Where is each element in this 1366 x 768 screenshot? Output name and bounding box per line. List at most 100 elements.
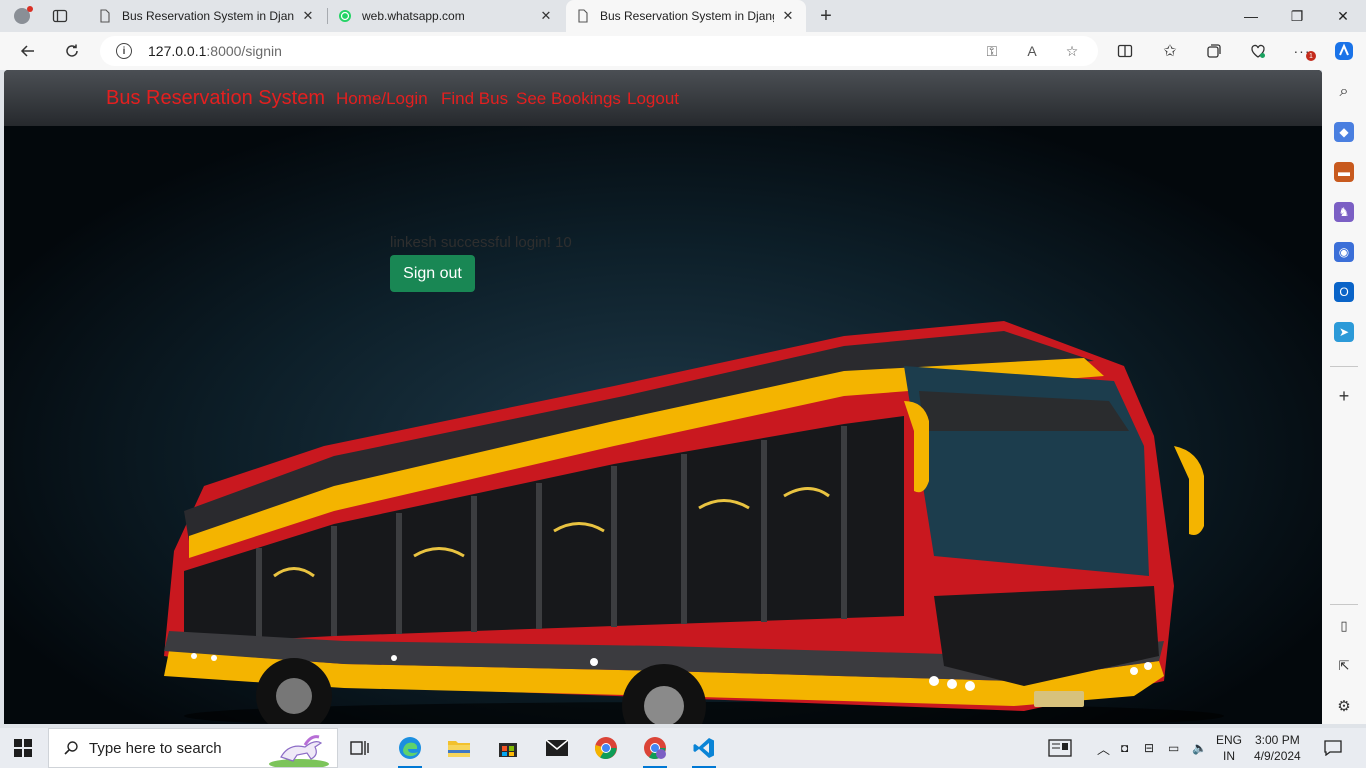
notifications-button[interactable] bbox=[1324, 728, 1342, 768]
language-code: ENG bbox=[1216, 733, 1243, 747]
taskbar-search-box[interactable]: Type here to search bbox=[48, 728, 338, 768]
shopping-tag-icon[interactable]: ◆ bbox=[1334, 122, 1354, 142]
close-window-button[interactable]: ✕ bbox=[1320, 0, 1366, 32]
login-message: linkesh successful login! 10 bbox=[390, 234, 572, 251]
games-chess-icon[interactable]: ♞ bbox=[1334, 202, 1354, 222]
taskbar-store[interactable] bbox=[488, 732, 528, 764]
browser-essentials-button[interactable] bbox=[1244, 37, 1272, 65]
settings-more-button[interactable]: ··· 1 bbox=[1288, 37, 1316, 65]
sign-out-button[interactable]: Sign out bbox=[390, 255, 475, 292]
heart-pulse-icon bbox=[1251, 44, 1265, 58]
minimize-button[interactable]: ― bbox=[1228, 0, 1274, 32]
sidebar-separator bbox=[1330, 366, 1358, 367]
input-language-indicator[interactable]: ENG IN bbox=[1216, 732, 1242, 764]
update-badge: 1 bbox=[1306, 51, 1316, 61]
taskbar-vscode[interactable] bbox=[684, 732, 724, 768]
drop-send-icon[interactable]: ➤ bbox=[1334, 322, 1354, 342]
chevron-up-icon: ︿ bbox=[1097, 741, 1111, 757]
windows-taskbar: Type here to search ︿ ◘ ⊟ ▭ 🔈 ENG IN 3:0… bbox=[0, 728, 1366, 768]
notification-icon bbox=[1324, 740, 1342, 756]
taskbar-chrome[interactable] bbox=[586, 732, 626, 764]
add-icon[interactable]: + bbox=[1334, 386, 1354, 406]
notification-dot bbox=[27, 6, 33, 12]
taskbar-mail[interactable] bbox=[537, 732, 577, 764]
tray-network-icon[interactable]: ⊟ bbox=[1144, 728, 1154, 768]
hide-sidebar-icon[interactable]: ▯ bbox=[1334, 616, 1354, 636]
nav-home-login[interactable]: Home/Login bbox=[336, 89, 428, 109]
tab-title: Bus Reservation System in Djang bbox=[122, 9, 294, 23]
region-code: IN bbox=[1223, 749, 1235, 763]
url-text[interactable]: 127.0.0.1:8000/signin bbox=[148, 43, 282, 59]
mail-icon bbox=[545, 739, 569, 756]
collections-button[interactable] bbox=[1200, 37, 1228, 65]
back-button[interactable] bbox=[14, 37, 42, 65]
browser-toolbar: i 127.0.0.1:8000/signin ⚿ A ☆ ✩ ··· 1 bbox=[0, 32, 1366, 70]
read-aloud-icon[interactable]: A bbox=[1022, 41, 1042, 61]
page-viewport: Bus Reservation System Home/Login Find B… bbox=[4, 70, 1322, 724]
tray-wifi-icon[interactable]: ▭ bbox=[1168, 728, 1179, 768]
whatsapp-icon bbox=[339, 10, 351, 22]
url-host: 127.0.0.1 bbox=[148, 43, 207, 59]
tray-meet-icon[interactable]: ◘ bbox=[1121, 728, 1128, 768]
favorites-button[interactable]: ✩ bbox=[1156, 37, 1184, 65]
restore-button[interactable]: ❐ bbox=[1274, 0, 1320, 32]
tray-volume-icon[interactable]: 🔈 bbox=[1192, 728, 1207, 768]
address-bar[interactable]: i 127.0.0.1:8000/signin ⚿ A ☆ bbox=[100, 36, 1098, 66]
split-screen-icon bbox=[1117, 44, 1133, 58]
site-info-icon[interactable]: i bbox=[116, 43, 132, 59]
tab-actions-button[interactable] bbox=[46, 4, 74, 28]
url-path: :8000/signin bbox=[206, 43, 282, 59]
taskbar-chrome-profile[interactable] bbox=[635, 732, 675, 768]
favorite-star-icon[interactable]: ☆ bbox=[1062, 41, 1082, 61]
favorites-icon: ✩ bbox=[1163, 43, 1177, 60]
taskbar-edge[interactable] bbox=[390, 732, 430, 768]
tab-title: web.whatsapp.com bbox=[362, 9, 465, 23]
tab-close-icon[interactable]: ✕ bbox=[780, 8, 796, 24]
back-arrow-icon bbox=[20, 45, 34, 57]
profile-button[interactable] bbox=[8, 4, 36, 28]
tab-whatsapp[interactable]: web.whatsapp.com ✕ bbox=[328, 0, 564, 32]
refresh-button[interactable] bbox=[58, 37, 86, 65]
show-hidden-icons-button[interactable]: ︿ bbox=[1097, 728, 1110, 768]
nav-logout[interactable]: Logout bbox=[627, 89, 679, 109]
copilot-icon bbox=[1335, 42, 1353, 60]
microsoft-365-icon[interactable]: ◉ bbox=[1334, 242, 1354, 262]
tab-bus-reservation-active[interactable]: Bus Reservation System in Djang ✕ bbox=[566, 0, 806, 32]
tab-close-icon[interactable]: ✕ bbox=[538, 8, 554, 24]
site-brand[interactable]: Bus Reservation System bbox=[106, 87, 325, 110]
outlook-icon[interactable]: O bbox=[1334, 282, 1354, 302]
tab-title: Bus Reservation System in Djang bbox=[600, 9, 774, 23]
key-icon[interactable]: ⚿ bbox=[982, 41, 1002, 61]
hero-section: linkesh successful login! 10 Sign out bbox=[4, 126, 1322, 724]
search-placeholder: Type here to search bbox=[89, 739, 222, 757]
nav-see-bookings[interactable]: See Bookings bbox=[516, 89, 621, 109]
task-view-button[interactable] bbox=[340, 732, 380, 764]
news-widget-icon[interactable] bbox=[1048, 728, 1072, 768]
open-external-icon[interactable]: ⇱ bbox=[1334, 656, 1354, 676]
split-screen-button[interactable] bbox=[1111, 37, 1139, 65]
bus-image bbox=[164, 321, 1224, 724]
start-windows-icon[interactable] bbox=[14, 739, 32, 757]
browser-tab-strip: Bus Reservation System in Djang ✕ web.wh… bbox=[0, 0, 1366, 32]
copilot-button[interactable] bbox=[1330, 37, 1358, 65]
tab-bus-reservation-1[interactable]: Bus Reservation System in Djang ✕ bbox=[88, 0, 326, 32]
news-icon bbox=[1048, 739, 1072, 757]
document-icon bbox=[100, 9, 110, 23]
clock-date: 4/9/2024 bbox=[1254, 749, 1301, 763]
sidebar-separator bbox=[1330, 604, 1358, 605]
refresh-icon bbox=[66, 44, 78, 57]
search-icon[interactable]: ⌕ bbox=[1334, 82, 1354, 102]
sidebar-settings-gear-icon[interactable]: ⚙ bbox=[1334, 696, 1354, 716]
new-tab-button[interactable]: + bbox=[812, 4, 840, 28]
store-bag-icon bbox=[499, 743, 517, 757]
chrome-icon bbox=[594, 737, 617, 759]
tools-briefcase-icon[interactable]: ▬ bbox=[1334, 162, 1354, 182]
taskbar-file-explorer[interactable] bbox=[439, 732, 479, 764]
clock-time: 3:00 PM bbox=[1255, 733, 1300, 747]
nav-find-bus[interactable]: Find Bus bbox=[441, 89, 508, 109]
task-view-icon bbox=[350, 741, 369, 755]
tab-close-icon[interactable]: ✕ bbox=[300, 8, 316, 24]
vertical-tabs-icon bbox=[52, 9, 68, 23]
taskbar-clock[interactable]: 3:00 PM 4/9/2024 bbox=[1254, 732, 1301, 764]
vscode-icon bbox=[693, 738, 714, 758]
